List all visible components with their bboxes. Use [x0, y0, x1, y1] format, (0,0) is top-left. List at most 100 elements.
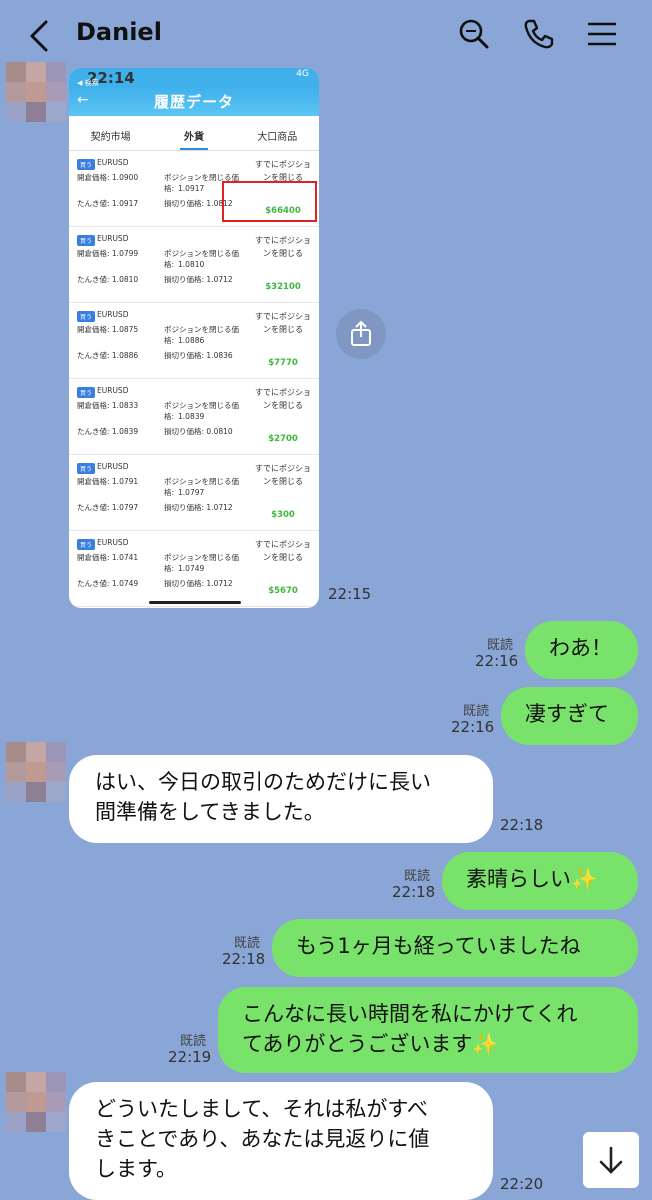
trade-open-price: 開倉価格: 1.0875: [77, 325, 139, 334]
trade-take-profit: たんき値: 1.0839: [77, 427, 139, 436]
chat-title: Daniel: [76, 18, 162, 46]
message-line: こんなに長い時間を私にかけてくれ: [242, 1002, 578, 1026]
buy-badge: 買う: [77, 539, 96, 550]
trade-close-price: ポジションを閉じる価格: 1.0749: [164, 552, 250, 574]
image-status-bar: 22:14 4G: [69, 68, 319, 87]
chat-header: Daniel: [0, 0, 652, 68]
trade-status: すでにポジションを閉じる: [254, 388, 312, 410]
chevron-left-icon[interactable]: [22, 16, 58, 56]
buy-badge: 買う: [77, 311, 96, 322]
read-receipt: 既読: [487, 638, 514, 653]
trade-close-value: 1.0886: [178, 336, 205, 345]
trade-profit: $300: [271, 510, 295, 520]
image-tabs: 契約市場 外貨 大口商品: [69, 116, 319, 151]
trade-close-value: 1.0839: [178, 412, 205, 421]
avatar[interactable]: [6, 62, 66, 122]
menu-icon[interactable]: [584, 16, 620, 52]
message-text: わあ！: [549, 636, 612, 660]
scroll-down-button[interactable]: [583, 1132, 639, 1188]
read-receipt: 既読: [404, 869, 431, 884]
read-receipt: 既読: [180, 1034, 207, 1049]
home-indicator: [149, 601, 241, 604]
image-tab: 大口商品: [257, 132, 298, 143]
trade-open-price: 開倉価格: 1.0833: [77, 401, 139, 410]
avatar[interactable]: [6, 1072, 66, 1132]
message-bubble-sent[interactable]: 凄すぎて: [501, 687, 638, 745]
image-tab: 契約市場: [90, 132, 131, 143]
buy-badge: 買う: [77, 159, 96, 170]
message-time: 22:18: [392, 883, 436, 901]
trade-take-profit: たんき値: 1.0810: [77, 275, 139, 284]
message-text: もう1ヶ月も経っていましたね: [296, 934, 581, 958]
trade-open-price: 開倉価格: 1.0741: [77, 553, 139, 562]
message-bubble-sent[interactable]: わあ！: [525, 621, 638, 679]
image-status-signal: 4G: [296, 69, 309, 79]
message-time: 22:20: [500, 1175, 544, 1193]
trade-stop-loss: 損切り価格: 1.0712: [164, 579, 233, 588]
trade-close-value: 1.0917: [178, 184, 205, 193]
trade-pair: EURUSD: [97, 158, 129, 167]
image-back-label: ◀ 検索: [77, 79, 99, 87]
trade-close-price: ポジションを閉じる価格: 1.0797: [164, 476, 250, 498]
message-time: 22:15: [328, 585, 372, 603]
message-line: きことであり、あなたは見返りに値: [95, 1127, 430, 1151]
read-receipt: 既読: [463, 704, 490, 719]
trade-profit: $32100: [265, 282, 301, 292]
search-icon[interactable]: [456, 16, 492, 52]
message-line: てありがとうございます✨: [242, 1032, 499, 1056]
message-bubble-received[interactable]: どういたしまして、それは私がすべ きことであり、あなたは見返りに値 します。: [69, 1082, 493, 1200]
message-bubble-received[interactable]: はい、今日の取引のためだけに長い 間準備をしてきました。: [69, 755, 493, 843]
message-line: どういたしまして、それは私がすべ: [95, 1097, 428, 1121]
message-bubble-sent[interactable]: こんなに長い時間を私にかけてくれ てありがとうございます✨: [218, 987, 638, 1073]
read-receipt: 既読: [234, 936, 261, 951]
trade-stop-loss: 損切り価格: 0.0810: [164, 427, 233, 436]
trade-profit: $7770: [268, 358, 298, 368]
trade-status: すでにポジションを閉じる: [254, 464, 312, 486]
shared-image[interactable]: 22:14 4G ◀ 検索 ← 履歴データ 契約市場 外貨 大口商品 買う EUR…: [69, 68, 319, 608]
buy-badge: 買う: [77, 387, 96, 398]
trade-pair: EURUSD: [97, 310, 129, 319]
trade-open-price: 開倉価格: 1.0799: [77, 249, 139, 258]
share-button[interactable]: [336, 309, 386, 359]
message-time: 22:19: [168, 1048, 212, 1066]
message-text: 素晴らしい✨: [466, 867, 598, 891]
trade-row: 買う EURUSD 開倉価格: 1.0799 たんき値: 1.0810 損切り価格: 1…: [69, 227, 319, 303]
trade-open-price: 開倉価格: 1.0900: [77, 173, 139, 182]
message-time: 22:18: [222, 950, 266, 968]
trade-pair: EURUSD: [97, 462, 129, 471]
trade-take-profit: たんき値: 1.0917: [77, 199, 139, 208]
trade-open-price: 開倉価格: 1.0791: [77, 477, 139, 486]
message-bubble-sent[interactable]: 素晴らしい✨: [442, 852, 638, 910]
message-line: 間準備をしてきました。: [95, 800, 325, 824]
trade-row: 買う EURUSD 開倉価格: 1.0833 たんき値: 1.0839 損切り価格: 0…: [69, 379, 319, 455]
message-text: 凄すぎて: [525, 702, 609, 726]
trade-status: すでにポジションを閉じる: [254, 312, 312, 334]
trade-close-value: 1.0749: [178, 564, 205, 573]
trade-profit: $2700: [268, 434, 298, 444]
avatar[interactable]: [6, 742, 66, 802]
highlight-box: [222, 181, 317, 222]
trade-take-profit: たんき値: 1.0797: [77, 503, 139, 512]
trade-close-price: ポジションを閉じる価格: 1.0839: [164, 400, 250, 422]
message-bubble-sent[interactable]: もう1ヶ月も経っていましたね: [272, 919, 638, 977]
trade-stop-loss: 損切り価格: 1.0836: [164, 351, 233, 360]
image-app-title: 履歴データ: [153, 93, 234, 111]
phone-icon[interactable]: [520, 16, 556, 52]
image-tab-active: 外貨: [152, 116, 235, 150]
trade-status: すでにポジションを閉じる: [254, 236, 312, 258]
buy-badge: 買う: [77, 235, 96, 246]
trade-row: 買う EURUSD 開倉価格: 1.0875 たんき値: 1.0886 損切り価格: 1…: [69, 303, 319, 379]
arrow-down-icon: [599, 1146, 623, 1174]
message-line: はい、今日の取引のためだけに長い: [95, 770, 431, 794]
trade-row: 買う EURUSD 開倉価格: 1.0741 たんき値: 1.0749 損切り価格: 1…: [69, 531, 319, 607]
trade-status: すでにポジションを閉じる: [254, 540, 312, 562]
trade-close-value: 1.0797: [178, 488, 205, 497]
share-icon: [351, 320, 371, 346]
message-time: 22:16: [475, 652, 519, 670]
trade-profit: $5670: [268, 586, 298, 596]
trade-pair: EURUSD: [97, 386, 129, 395]
trade-close-price: ポジションを閉じる価格: 1.0810: [164, 248, 250, 270]
message-time: 22:16: [451, 718, 495, 736]
trade-take-profit: たんき値: 1.0886: [77, 351, 139, 360]
trade-close-price: ポジションを閉じる価格: 1.0886: [164, 324, 250, 346]
